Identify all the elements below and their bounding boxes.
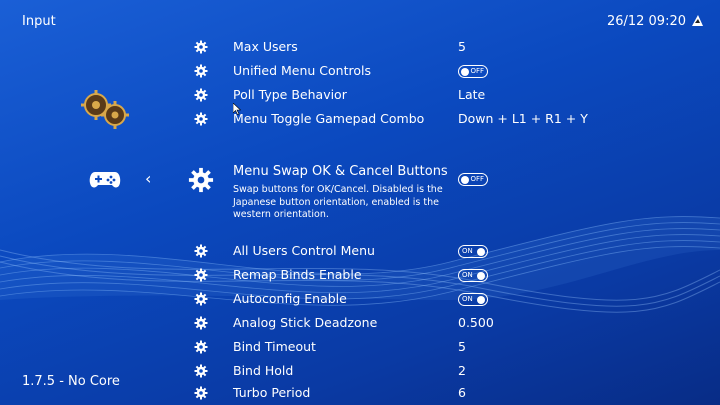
toggle-knob (461, 67, 469, 76)
toggle-knob (477, 247, 485, 256)
setting-row-analog-stick-deadzone[interactable]: Analog Stick Deadzone 0.500 (0, 311, 720, 335)
setting-row-remap-binds-enable[interactable]: Remap Binds Enable ON (0, 263, 720, 287)
setting-row-unified-menu-controls[interactable]: Unified Menu Controls OFF (0, 59, 720, 83)
setting-value: 5 (458, 339, 466, 354)
setting-label: Analog Stick Deadzone (233, 315, 378, 330)
toggle-switch[interactable]: ON (458, 269, 488, 282)
gear-icon (188, 167, 214, 193)
gear-icon (194, 112, 208, 126)
gear-icon (194, 40, 208, 54)
setting-label: All Users Control Menu (233, 243, 375, 258)
toggle-state: OFF (470, 175, 484, 183)
toggle-knob (477, 271, 485, 280)
setting-value: 6 (458, 385, 466, 400)
setting-label: Remap Binds Enable (233, 267, 362, 282)
clock: 26/12 09:20 (606, 14, 686, 29)
selected-setting-description: Swap buttons for OK/Cancel. Disabled is … (233, 184, 443, 220)
setting-row-bind-timeout[interactable]: Bind Timeout 5 (0, 335, 720, 359)
toggle-state: ON (462, 247, 473, 255)
setting-label: Poll Type Behavior (233, 87, 347, 102)
gear-icon (194, 386, 208, 400)
setting-label: Bind Timeout (233, 339, 316, 354)
setting-value: 2 (458, 363, 466, 378)
core-version-status: 1.7.5 - No Core (22, 374, 120, 389)
setting-value: 5 (458, 39, 466, 54)
toggle-switch[interactable]: ON (458, 245, 488, 258)
setting-label: Bind Hold (233, 363, 294, 378)
gear-icon (194, 64, 208, 78)
toggle-switch[interactable]: OFF (458, 173, 488, 186)
setting-row-autoconfig-enable[interactable]: Autoconfig Enable ON (0, 287, 720, 311)
setting-label: Turbo Period (233, 385, 311, 400)
page-title: Input (22, 14, 56, 29)
gear-icon (194, 364, 208, 378)
gear-icon (194, 316, 208, 330)
setting-value: Late (458, 87, 486, 102)
setting-label: Unified Menu Controls (233, 63, 372, 78)
toggle-knob (477, 295, 485, 304)
setting-value: 0.500 (458, 315, 494, 330)
chevron-left-icon[interactable]: ‹ (145, 170, 151, 188)
gear-icon (194, 292, 208, 306)
setting-row-menu-toggle-gamepad-combo[interactable]: Menu Toggle Gamepad Combo Down + L1 + R1… (0, 107, 720, 131)
selected-setting-label: Menu Swap OK & Cancel Buttons (233, 164, 448, 179)
gear-icon (194, 88, 208, 102)
setting-row-all-users-control-menu[interactable]: All Users Control Menu ON (0, 239, 720, 263)
toggle-switch[interactable]: OFF (458, 65, 488, 78)
setting-label: Max Users (233, 39, 298, 54)
toggle-knob (461, 175, 469, 184)
setting-label: Menu Toggle Gamepad Combo (233, 111, 425, 126)
toggle-state: ON (462, 295, 473, 303)
gear-icon (194, 268, 208, 282)
gamepad-icon[interactable] (89, 170, 121, 190)
toggle-switch[interactable]: ON (458, 293, 488, 306)
toggle-state: ON (462, 271, 473, 279)
setting-row-poll-type-behavior[interactable]: Poll Type Behavior Late (0, 83, 720, 107)
setting-label: Autoconfig Enable (233, 291, 347, 306)
toggle-state: OFF (470, 67, 484, 75)
setting-value: Down + L1 + R1 + Y (458, 111, 588, 126)
gear-icon (194, 340, 208, 354)
setting-row-max-users[interactable]: Max Users 5 (0, 35, 720, 59)
battery-icon (692, 15, 703, 26)
gear-icon (194, 244, 208, 258)
